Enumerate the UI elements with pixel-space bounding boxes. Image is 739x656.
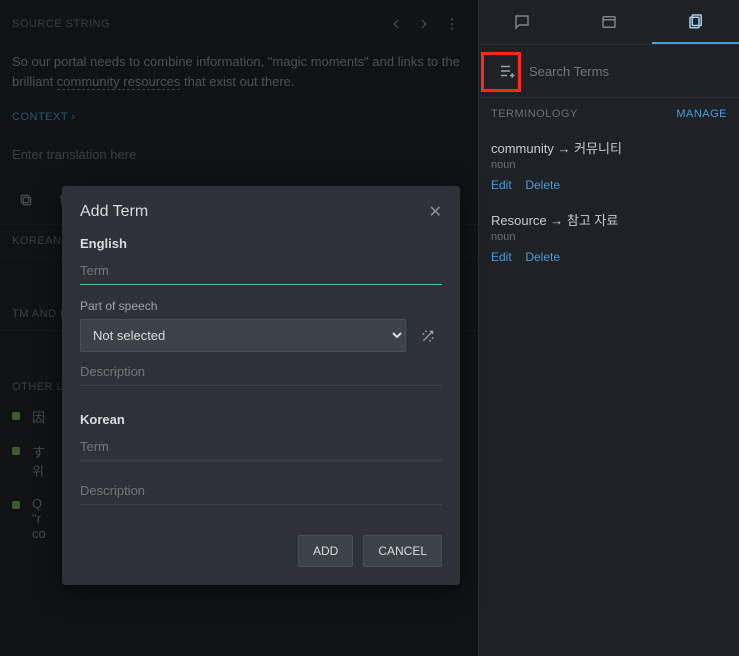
terminology-label: TERMINOLOGY — [491, 108, 578, 120]
english-desc-field[interactable] — [80, 358, 442, 386]
cancel-button[interactable]: CANCEL — [363, 535, 442, 567]
magic-wand-icon[interactable] — [414, 322, 442, 350]
right-panel: TERMINOLOGY MANAGE community → 커뮤니티 noun… — [478, 0, 739, 656]
manage-link[interactable]: MANAGE — [676, 108, 727, 120]
korean-label: Korean — [80, 412, 442, 427]
english-term-field[interactable] — [80, 257, 442, 285]
delete-link[interactable]: Delete — [525, 250, 560, 264]
korean-desc-field[interactable] — [80, 477, 442, 505]
dialog-title: Add Term — [80, 203, 429, 221]
pos-select[interactable]: Not selected — [80, 319, 406, 352]
close-icon[interactable]: ✕ — [429, 202, 442, 222]
english-label: English — [80, 236, 442, 251]
term-item: community → 커뮤니티 noun Edit Delete — [479, 130, 739, 202]
term-item: Resource → 참고 자료 noun Edit Delete — [479, 202, 739, 274]
tab-tm[interactable] — [566, 0, 653, 44]
edit-link[interactable]: Edit — [491, 178, 512, 192]
term-title: community → 커뮤니티 — [491, 138, 727, 157]
add-button[interactable]: ADD — [298, 535, 353, 567]
pos-label: Part of speech — [80, 299, 442, 313]
delete-link[interactable]: Delete — [525, 178, 560, 192]
tab-comments[interactable] — [479, 0, 566, 44]
add-term-dialog: Add Term ✕ English Part of speech Not se… — [62, 186, 460, 585]
tab-terminology[interactable] — [652, 0, 739, 44]
search-input[interactable] — [523, 58, 727, 85]
term-title: Resource → 참고 자료 — [491, 210, 727, 229]
terminology-header: TERMINOLOGY MANAGE — [479, 98, 739, 130]
edit-link[interactable]: Edit — [491, 250, 512, 264]
term-pos: noun — [491, 231, 727, 243]
korean-term-field[interactable] — [80, 433, 442, 461]
highlight-box — [481, 52, 521, 92]
term-pos: noun — [491, 159, 727, 171]
tabs — [479, 0, 739, 45]
